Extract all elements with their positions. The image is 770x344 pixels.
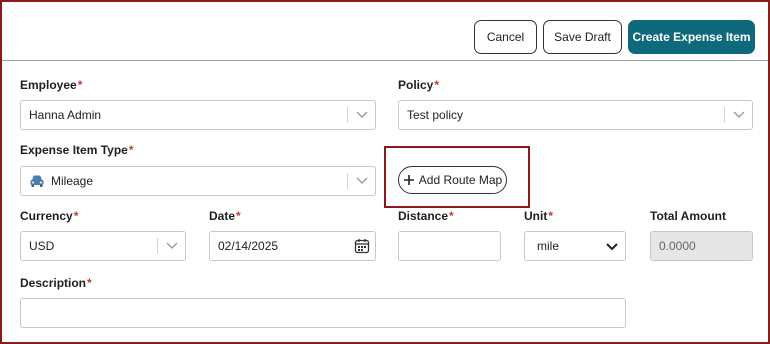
car-icon: [29, 174, 45, 188]
currency-select[interactable]: USD: [20, 231, 186, 261]
plus-icon: [403, 175, 414, 185]
cancel-button[interactable]: Cancel: [474, 20, 537, 54]
unit-label: Unit*: [524, 209, 553, 223]
chevron-down-icon: [347, 173, 375, 189]
description-input[interactable]: [20, 298, 626, 328]
distance-label: Distance*: [398, 209, 454, 223]
calendar-icon[interactable]: [354, 238, 370, 254]
total-amount-field: 0.0000: [650, 231, 753, 261]
currency-label: Currency*: [20, 209, 79, 223]
total-amount-value: 0.0000: [659, 239, 696, 253]
chevron-down-icon: [606, 243, 618, 251]
currency-value: USD: [29, 239, 55, 253]
description-label: Description*: [20, 276, 92, 290]
save-draft-button[interactable]: Save Draft: [543, 20, 622, 54]
expense-type-label: Expense Item Type*: [20, 143, 134, 157]
add-route-map-label: Add Route Map: [418, 173, 503, 187]
total-amount-label: Total Amount: [650, 209, 726, 223]
unit-value: mile: [537, 239, 560, 253]
date-value: 02/14/2025: [218, 239, 279, 253]
unit-select[interactable]: mile: [524, 231, 626, 261]
create-expense-item-button[interactable]: Create Expense Item: [628, 20, 755, 54]
policy-value: Test policy: [407, 108, 464, 122]
employee-value: Hanna Admin: [29, 108, 102, 122]
employee-select[interactable]: Hanna Admin: [20, 100, 376, 130]
employee-label: Employee*: [20, 78, 83, 92]
chevron-down-icon: [724, 107, 752, 123]
expense-type-select[interactable]: Mileage: [20, 166, 376, 196]
date-input[interactable]: 02/14/2025: [209, 231, 376, 261]
date-label: Date*: [209, 209, 241, 223]
policy-label: Policy*: [398, 78, 440, 92]
chevron-down-icon: [157, 238, 185, 254]
distance-input[interactable]: [398, 231, 501, 261]
policy-select[interactable]: Test policy: [398, 100, 753, 130]
add-route-map-button[interactable]: Add Route Map: [398, 166, 507, 194]
expense-type-value: Mileage: [51, 174, 94, 188]
chevron-down-icon: [347, 107, 375, 123]
toolbar: Cancel Save Draft Create Expense Item: [2, 2, 768, 61]
